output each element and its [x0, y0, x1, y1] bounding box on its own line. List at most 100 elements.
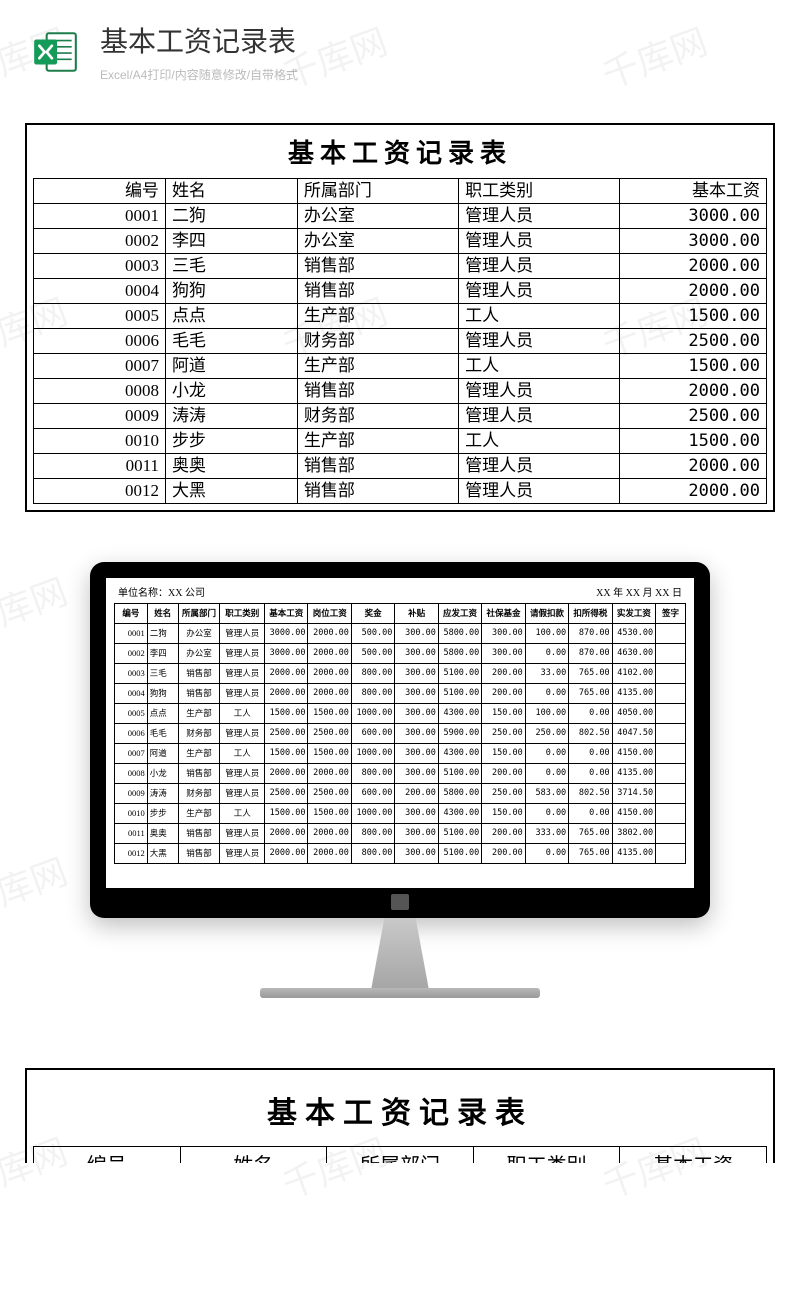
cell: 销售部 — [178, 664, 220, 684]
cell: 0012 — [115, 844, 148, 864]
cell: 二狗 — [147, 624, 178, 644]
cell — [656, 644, 686, 664]
basic-salary-panel: 基本工资记录表 编号 姓名 所属部门 职工类别 基本工资 0001二狗办公室管理… — [25, 123, 775, 512]
cell-dept: 财务部 — [297, 329, 458, 354]
table-row: 0001二狗办公室管理人员3000.00 — [34, 204, 767, 229]
cell-name: 涛涛 — [165, 404, 297, 429]
cell: 办公室 — [178, 644, 220, 664]
cell-salary: 1500.00 — [620, 354, 767, 379]
cell: 销售部 — [178, 844, 220, 864]
cell: 狗狗 — [147, 684, 178, 704]
cell: 300.00 — [395, 664, 438, 684]
cell — [656, 824, 686, 844]
cell: 2000.00 — [308, 824, 351, 844]
cell: 0009 — [115, 784, 148, 804]
cell: 250.00 — [482, 784, 525, 804]
cell: 0.00 — [569, 764, 612, 784]
cell: 2500.00 — [308, 784, 351, 804]
detailed-salary-table: 编号姓名所属部门职工类别基本工资岗位工资奖金补贴应发工资社保基金请假扣款扣所得税… — [114, 603, 686, 864]
cell: 5900.00 — [438, 724, 481, 744]
col-header: 补贴 — [395, 604, 438, 624]
col-header: 实发工资 — [612, 604, 655, 624]
cell: 600.00 — [351, 724, 394, 744]
cell: 300.00 — [395, 824, 438, 844]
cell: 5100.00 — [438, 664, 481, 684]
bottom-cropped-panel: 基本工资记录表 编号 姓名 所属部门 职工类别 基本工资 — [25, 1068, 775, 1163]
cell: 250.00 — [482, 724, 525, 744]
cell: 生产部 — [178, 704, 220, 724]
cell: 2000.00 — [265, 684, 308, 704]
cell: 毛毛 — [147, 724, 178, 744]
cell-cat: 管理人员 — [459, 229, 620, 254]
cell — [656, 784, 686, 804]
cell: 802.50 — [569, 724, 612, 744]
cell-cat: 管理人员 — [459, 204, 620, 229]
table-row: 0005点点生产部工人1500.00 — [34, 304, 767, 329]
cell: 生产部 — [178, 804, 220, 824]
cell-id: 0003 — [34, 254, 166, 279]
cell: 4135.00 — [612, 844, 655, 864]
cell-cat: 管理人员 — [459, 454, 620, 479]
cell-salary: 2000.00 — [620, 254, 767, 279]
col-header: 请假扣款 — [525, 604, 568, 624]
cell-salary: 2500.00 — [620, 404, 767, 429]
cell: 200.00 — [395, 784, 438, 804]
cell-id: 0011 — [34, 454, 166, 479]
cell-name: 三毛 — [165, 254, 297, 279]
cell: 4135.00 — [612, 764, 655, 784]
cell: 5800.00 — [438, 624, 481, 644]
cell-id: 0010 — [34, 429, 166, 454]
cell: 工人 — [220, 804, 265, 824]
cell-dept: 办公室 — [297, 204, 458, 229]
table-row: 0002李四办公室管理人员3000.00 — [34, 229, 767, 254]
cell: 4050.00 — [612, 704, 655, 724]
cell: 4150.00 — [612, 804, 655, 824]
cell: 800.00 — [351, 844, 394, 864]
cell: 2500.00 — [265, 724, 308, 744]
cell-dept: 销售部 — [297, 479, 458, 504]
cell: 0.00 — [569, 804, 612, 824]
cell: 1500.00 — [308, 804, 351, 824]
col-header: 签字 — [656, 604, 686, 624]
cell: 生产部 — [178, 744, 220, 764]
cell — [656, 724, 686, 744]
cell-dept: 销售部 — [297, 379, 458, 404]
cell: 0005 — [115, 704, 148, 724]
col-header: 应发工资 — [438, 604, 481, 624]
cell: 管理人员 — [220, 824, 265, 844]
cell: 5100.00 — [438, 764, 481, 784]
cell: 步步 — [147, 804, 178, 824]
page-title: 基本工资记录表 — [100, 20, 298, 60]
col-salary: 基本工资 — [620, 179, 767, 204]
cell: 800.00 — [351, 664, 394, 684]
cell: 管理人员 — [220, 664, 265, 684]
cell: 4150.00 — [612, 744, 655, 764]
monitor-bezel: 单位名称：XX 公司 XX 年 XX 月 XX 日 编号姓名所属部门职工类别基本… — [90, 562, 710, 918]
cell: 2000.00 — [265, 764, 308, 784]
cell: 300.00 — [395, 704, 438, 724]
bottom-table-title: 基本工资记录表 — [33, 1088, 767, 1132]
cell-name: 狗狗 — [165, 279, 297, 304]
cell: 管理人员 — [220, 684, 265, 704]
cell: 工人 — [220, 704, 265, 724]
cell: 办公室 — [178, 624, 220, 644]
cell: 3714.50 — [612, 784, 655, 804]
monitor-logo-icon — [391, 894, 409, 910]
cell: 200.00 — [482, 844, 525, 864]
cell: 管理人员 — [220, 644, 265, 664]
col-salary: 基本工资 — [620, 1147, 767, 1164]
cell: 200.00 — [482, 764, 525, 784]
col-header: 所属部门 — [178, 604, 220, 624]
company-label: 单位名称：XX 公司 — [118, 584, 205, 599]
cell: 300.00 — [395, 644, 438, 664]
cell: 300.00 — [395, 724, 438, 744]
col-cat: 职工类别 — [473, 1147, 620, 1164]
cell-name: 毛毛 — [165, 329, 297, 354]
cell: 1500.00 — [265, 804, 308, 824]
cell: 2000.00 — [265, 844, 308, 864]
cell: 阿道 — [147, 744, 178, 764]
table-row: 0003三毛销售部管理人员2000.002000.00800.00300.005… — [115, 664, 686, 684]
cell: 4300.00 — [438, 804, 481, 824]
cell: 870.00 — [569, 624, 612, 644]
cell-salary: 1500.00 — [620, 429, 767, 454]
